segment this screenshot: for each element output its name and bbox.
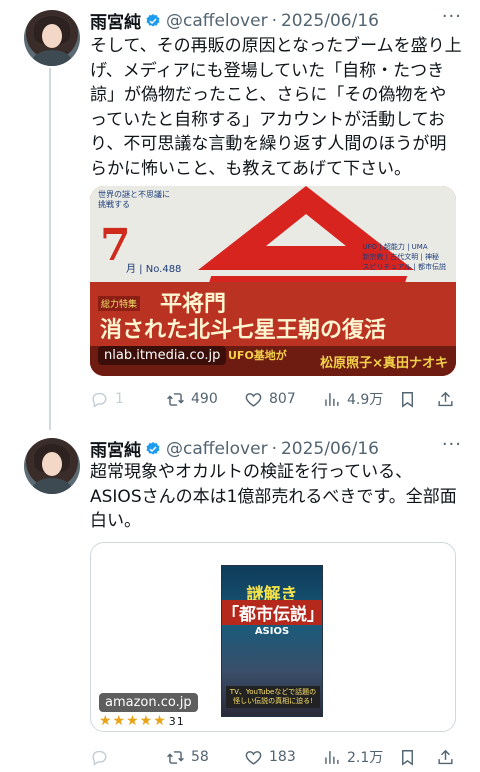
share-button[interactable]: [436, 748, 455, 767]
author-name[interactable]: 雨宮純: [90, 8, 141, 33]
retweet-icon: [167, 392, 184, 406]
magazine-topics: UFO | 超能力 | UMA 新宗教 | 古代文明 | 神秘 スピリチュアル …: [362, 243, 446, 271]
rating-stars: ★★★★★ 31: [99, 713, 185, 729]
magazine-subtitle: 世界の謎と不思議に 挑戦する: [98, 190, 170, 209]
more-icon[interactable]: ···: [442, 434, 462, 455]
link-domain-caption: amazon.co.jp: [99, 693, 198, 712]
rating-count: 31: [168, 715, 185, 728]
book-title-2: 「都市伝説」: [222, 600, 324, 625]
separator-dot: ·: [271, 438, 277, 459]
share-icon: [438, 749, 453, 764]
like-button[interactable]: 807: [244, 390, 296, 409]
retweet-count: 58: [191, 749, 209, 765]
separator-dot: ·: [271, 10, 277, 31]
tweet[interactable]: 雨宮純 @caffelover · 2025/06/16 ··· 超常現象やオカ…: [0, 430, 480, 772]
tweet-text: 超常現象やオカルトの検証を行っている、ASIOSさんの本は1億部売れるべきです。…: [90, 462, 457, 531]
tweet-actions: 1 490 807 4.9万: [90, 388, 462, 410]
retweet-button[interactable]: 490: [166, 390, 218, 409]
book-footer: TV、YouTubeなどで話題の怪しい伝説の真相に迫る!: [226, 686, 320, 708]
retweet-button[interactable]: 58: [166, 748, 209, 767]
like-icon: [245, 750, 262, 765]
reply-button[interactable]: 1: [90, 390, 124, 409]
tweet-actions: 58 183 2.1万: [90, 746, 462, 768]
bookmark-icon: [402, 749, 413, 766]
share-icon: [438, 391, 453, 406]
reply-button[interactable]: [90, 748, 115, 767]
share-button[interactable]: [436, 390, 455, 409]
avatar[interactable]: [24, 438, 80, 494]
tweet[interactable]: 雨宮純 @caffelover · 2025/06/16 ··· そして、その再…: [0, 0, 480, 430]
magazine-issue-label: 月 | No.488: [126, 264, 182, 275]
like-count: 183: [269, 749, 296, 765]
tweet-header: 雨宮純 @caffelover · 2025/06/16: [90, 8, 379, 34]
tweet-date[interactable]: 2025/06/16: [281, 11, 379, 31]
views-count: 4.9万: [347, 392, 384, 408]
star-icons: ★★★★★: [99, 713, 167, 729]
views-button[interactable]: 2.1万: [322, 747, 383, 767]
tweet-text: そして、その再販の原因となったブームを盛り上げ、メディアにも登場していた「自称・…: [90, 36, 462, 179]
link-card[interactable]: 謎解き 「都市伝説」 ASIOS TV、YouTubeなどで話題の怪しい伝説の真…: [90, 542, 456, 732]
views-count: 2.1万: [347, 750, 384, 766]
bookmark-button[interactable]: [398, 390, 417, 409]
avatar[interactable]: [24, 10, 80, 66]
magazine-tag: 総力特集: [98, 296, 141, 311]
magazine-band-left: UFO基地が: [228, 349, 287, 362]
magazine-band-right: 松原照子×真田ナオキ: [320, 356, 448, 371]
like-icon: [245, 392, 262, 407]
views-button[interactable]: 4.9万: [322, 389, 383, 409]
author-name[interactable]: 雨宮純: [90, 436, 141, 461]
verified-badge-icon: [146, 441, 160, 455]
views-icon: [325, 392, 339, 406]
retweet-count: 490: [191, 391, 218, 407]
verified-badge-icon: [146, 13, 160, 27]
bookmark-button[interactable]: [398, 748, 417, 767]
like-count: 807: [269, 391, 296, 407]
author-handle[interactable]: @caffelover: [166, 439, 268, 459]
more-icon[interactable]: ···: [442, 6, 462, 27]
tweet-date[interactable]: 2025/06/16: [281, 439, 379, 459]
author-handle[interactable]: @caffelover: [166, 11, 268, 31]
bookmark-icon: [402, 391, 413, 408]
retweet-icon: [167, 750, 184, 764]
views-icon: [325, 750, 339, 764]
image-source-caption: nlab.itmedia.co.jp: [98, 346, 227, 365]
reply-icon: [92, 750, 107, 766]
magazine-headline-2: 消された北斗七星王朝の復活: [100, 317, 387, 343]
tweet-image[interactable]: 世界の謎と不思議に 挑戦する 7 月 | No.488 UFO | 超能力 | …: [90, 186, 456, 376]
tweet-header: 雨宮純 @caffelover · 2025/06/16: [90, 436, 379, 462]
reply-icon: [92, 392, 107, 408]
like-button[interactable]: 183: [244, 748, 296, 767]
book-cover-image: 謎解き 「都市伝説」 ASIOS TV、YouTubeなどで話題の怪しい伝説の真…: [221, 565, 324, 717]
book-author: ASIOS: [254, 626, 290, 637]
reply-count: 1: [115, 391, 124, 407]
